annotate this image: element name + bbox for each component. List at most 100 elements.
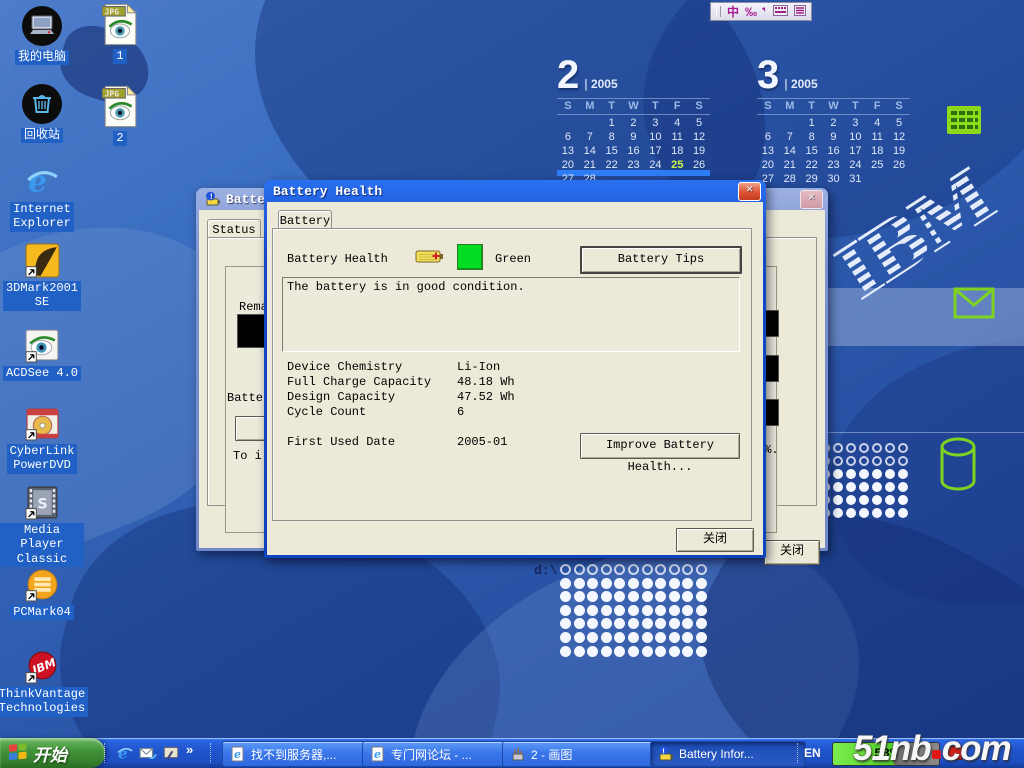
taskbar-grip[interactable] [210, 743, 214, 763]
desktop-icon-recycle-bin[interactable]: 回收站 [0, 83, 84, 143]
my-computer-icon[interactable] [21, 5, 63, 47]
calendar-day-highlighted: 25 [666, 159, 688, 171]
calendar-day: 15 [801, 145, 823, 157]
close-button[interactable]: ✕ [800, 190, 823, 209]
battery-health-dialog[interactable]: Battery Health ✕ Battery Battery Health … [264, 180, 766, 558]
taskbar-button[interactable]: e专门网论坛 - ... [362, 741, 512, 767]
wallpaper-dot [614, 618, 625, 629]
calendar-day: 9 [623, 131, 645, 143]
battery-tips-button[interactable]: Battery Tips [580, 246, 742, 274]
ime-soft-keyboard-icon[interactable] [773, 3, 788, 21]
wallpaper-dot [614, 578, 625, 589]
quick-launch-show-desktop-icon[interactable] [162, 744, 180, 762]
tray-divider[interactable] [797, 743, 801, 763]
language-indicator[interactable]: EN [804, 746, 821, 760]
wallpaper-dot [898, 443, 908, 453]
close-button-back[interactable]: 关闭 [764, 540, 820, 565]
pcmark04-icon[interactable] [25, 567, 60, 602]
improve-battery-health-button[interactable]: Improve Battery Health... [580, 433, 740, 459]
media-player-classic-icon[interactable]: S [25, 485, 60, 520]
desktop-icon-label: ThinkVantage Technologies [0, 687, 88, 717]
wallpaper-dot [614, 564, 625, 575]
desktop-icon-acdsee-40[interactable]: ACDSee 4.0 [0, 328, 84, 381]
taskbar-grip[interactable] [104, 743, 108, 763]
ime-grip[interactable] [716, 6, 721, 17]
info-label: Cycle Count [287, 405, 457, 420]
ime-fullwidth-icon[interactable]: ‰ [745, 6, 757, 18]
wallpaper-dot [846, 508, 856, 518]
calendar-march: 3 2005 SMTWTFS12345678910111213141516171… [757, 57, 910, 185]
calendar-day: 20 [557, 159, 579, 171]
ime-chinese-mode-icon[interactable]: 中 [727, 6, 739, 18]
calendar-day: 21 [779, 159, 801, 171]
ime-options-icon[interactable] [794, 3, 806, 21]
calendar-day-header: S [757, 98, 779, 115]
wallpaper-dot [898, 482, 908, 492]
wallpaper-dot [655, 578, 666, 589]
window-title: Batte [226, 192, 265, 207]
cyberlink-powerdvd-icon[interactable] [25, 406, 60, 441]
thinkvantage-technologies-icon[interactable]: IBM [25, 649, 60, 684]
taskbar-button[interactable]: !Battery Infor... [650, 741, 806, 767]
quick-launch-ie-icon[interactable]: e [116, 744, 134, 762]
svg-text:e: e [234, 748, 241, 761]
battery-health-titlebar[interactable]: Battery Health ✕ [267, 180, 763, 202]
wallpaper-dot [696, 605, 707, 616]
drive-label: d:\ [534, 563, 557, 578]
wallpaper-dot [642, 564, 653, 575]
desktop-icon-jpg-file-1[interactable]: JPG1 [78, 3, 162, 64]
recycle-bin-icon[interactable] [21, 83, 63, 125]
condition-text: The battery is in good condition. [287, 280, 525, 294]
calendar-day: 12 [688, 131, 710, 143]
calendar-day: 25 [866, 159, 888, 171]
wallpaper-dot [655, 632, 666, 643]
acdsee-40-icon[interactable] [25, 328, 60, 363]
wallpaper-dot [655, 591, 666, 602]
close-icon[interactable]: ✕ [738, 182, 761, 201]
taskbar-button[interactable]: e找不到服务器,... [222, 741, 372, 767]
start-button[interactable]: 开始 [0, 738, 105, 768]
wallpaper-dot [560, 578, 571, 589]
calendar-day: 5 [888, 117, 910, 129]
wallpaper-dot [560, 591, 571, 602]
wallpaper-line [818, 432, 1024, 433]
desktop-icon-my-computer[interactable]: 我的电脑 [0, 5, 84, 65]
battery-info-row: Cycle Count6 [287, 405, 727, 420]
desktop-icon-thinkvantage-technologies[interactable]: IBMThinkVantage Technologies [0, 649, 84, 717]
jpg-file-1-icon[interactable]: JPG [102, 3, 138, 46]
quick-launch-chevron[interactable]: » [186, 742, 193, 757]
calendar-day-header: W [823, 98, 845, 115]
desktop-icon-jpg-file-2[interactable]: JPG2 [78, 85, 162, 146]
desktop-icon-media-player-classic[interactable]: SMedia Player Classic [0, 485, 84, 567]
wallpaper-dot [846, 443, 856, 453]
internet-explorer-icon[interactable]: e [24, 163, 60, 199]
jpg-file-2-icon[interactable]: JPG [102, 85, 138, 128]
calendar-day: 31 [844, 173, 866, 185]
wallpaper-dot [669, 578, 680, 589]
calendar-day: 4 [866, 117, 888, 129]
ime-language-bar[interactable]: 中 ‰ ❜ [710, 2, 812, 21]
wallpaper-dot [628, 618, 639, 629]
desktop-icon-cyberlink-powerdvd[interactable]: CyberLink PowerDVD [0, 406, 84, 474]
ime-punctuation-icon[interactable]: ❜ [761, 5, 769, 18]
wallpaper-dot [601, 564, 612, 575]
wallpaper-dot [560, 632, 571, 643]
calendar-day: 13 [557, 145, 579, 157]
wallpaper-dot [833, 495, 843, 505]
close-button[interactable]: 关闭 [676, 528, 754, 552]
desktop-icon-internet-explorer[interactable]: eInternet Explorer [0, 163, 84, 232]
quick-launch-outlook-express-icon[interactable] [139, 744, 157, 762]
calendar-day-header: T [644, 98, 666, 115]
dialog-title: Battery Health [273, 184, 382, 199]
calendar-day: 21 [579, 159, 601, 171]
taskbar-button[interactable]: 2 - 画图 [502, 741, 658, 767]
wallpaper-dot [601, 578, 612, 589]
desktop-icon-3dmark2001-se[interactable]: 3DMark2001 SE [0, 243, 84, 311]
wallpaper-dot [574, 618, 585, 629]
wallpaper-dot [898, 469, 908, 479]
wallpaper-dot [696, 618, 707, 629]
wallpaper-dot [628, 578, 639, 589]
calendar-month-number: 3 [757, 57, 779, 93]
desktop-icon-pcmark04[interactable]: PCMark04 [0, 567, 84, 620]
3dmark2001-se-icon[interactable] [25, 243, 60, 278]
